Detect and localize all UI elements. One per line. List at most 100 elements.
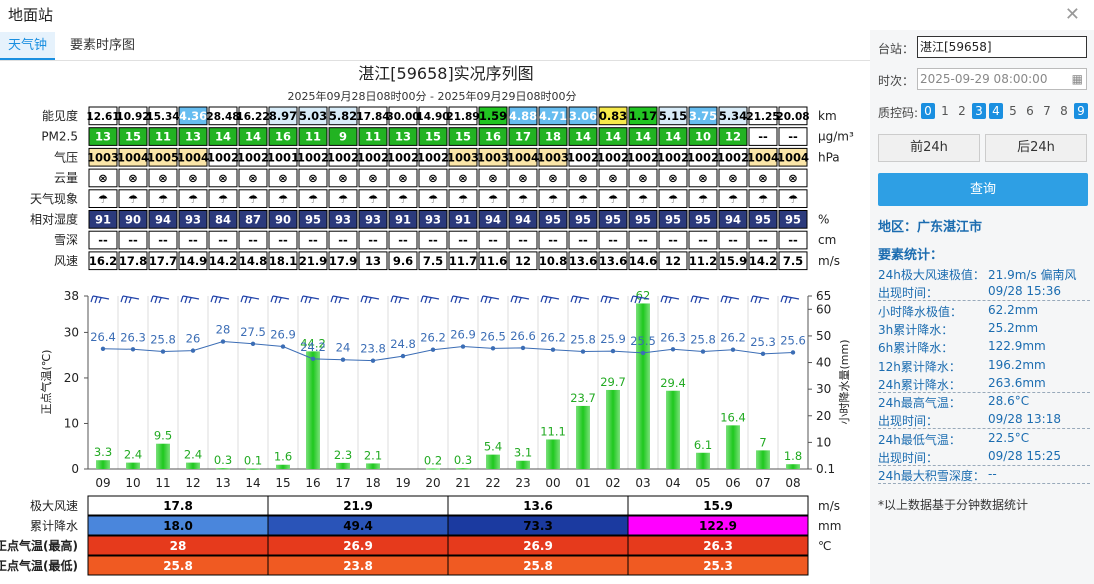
table-cell-value: ⊗ [428,171,438,185]
query-button[interactable]: 查询 [878,173,1088,206]
table-cell-value: 5.34 [719,109,747,123]
temperature-label: 26 [186,332,201,346]
calendar-icon[interactable]: ▦ [1072,69,1083,89]
stat-row: 12h累计降水： 196.2mm [878,358,1090,375]
stat-value: 09/28 15:36 [988,284,1061,299]
table-cell-value: 11 [155,130,171,144]
next-24h-button[interactable]: 后24h [985,134,1087,162]
qc-code-4[interactable]: 4 [989,103,1003,119]
qc-code-8[interactable]: 8 [1057,103,1071,119]
stat-value: 196.2mm [988,357,1046,372]
stat-row: 出现时间： 09/28 13:18 [878,412,1090,430]
x-tick-label: 11 [155,476,170,490]
table-cell-value: 1003 [447,150,479,164]
temperature-point [760,351,766,357]
table-cell-value: 11 [365,130,381,144]
x-tick-label: 17 [335,476,350,490]
table-cell-value: 16 [485,130,501,144]
table-cell-value: 1002 [297,150,329,164]
summary-value: 18.0 [163,519,193,533]
temperature-label: 27.5 [240,325,266,339]
precip-bar [786,464,800,469]
stat-key: 出现时间： [878,451,939,465]
table-cell-value: -- [788,130,798,144]
precip-bar [96,460,110,469]
x-tick-label: 16 [305,476,320,490]
qc-code-5[interactable]: 5 [1006,103,1020,119]
time-value: 2025-09-29 08:00:00 [920,72,1048,86]
precip-bar [246,468,260,470]
summary-value: 26.9 [343,539,373,553]
summary-value: 25.8 [523,559,553,573]
station-input[interactable]: 湛江[59658] [917,36,1087,58]
stat-value: 122.9mm [988,339,1046,354]
stats-title: 要素统计： [878,248,944,263]
table-cell-value: ☂ [188,192,198,206]
prev-24h-button[interactable]: 前24h [878,134,980,162]
qc-code-6[interactable]: 6 [1023,103,1037,119]
x-tick-label: 21 [455,476,470,490]
right-tick-label: 0.1 [816,462,835,476]
precip-label: 2.3 [334,448,352,462]
temperature-point [520,345,526,351]
table-cell-value: 1004 [117,150,149,164]
table-cell-value: 1002 [687,150,719,164]
temperature-point [580,349,586,354]
table-cell-value: 13.6 [569,254,597,268]
summary-value: 28 [170,539,187,553]
temperature-label: 23.8 [360,342,386,356]
precip-label: 29.7 [600,375,626,389]
tab-weather-clock[interactable]: 天气钟 [0,32,56,60]
table-cell-value: -- [428,233,438,247]
close-icon[interactable]: ✕ [1065,4,1080,25]
x-tick-label: 08 [785,476,800,490]
tab-element-timeseries[interactable]: 要素时序图 [62,32,143,60]
x-tick-label: 00 [545,476,560,490]
stat-row: 出现时间： 09/28 15:25 [878,449,1090,466]
wind-barb [180,295,200,304]
table-cell-value: 14.6 [629,254,657,268]
temperature-label: 26.2 [720,331,746,345]
table-cell-value: 1002 [387,150,419,164]
temperature-point [490,346,496,351]
right-tick-label: 30 [816,382,831,396]
time-label: 时次： [878,74,915,88]
table-cell-value: 95 [635,213,651,227]
table-cell-value: 13 [185,130,201,144]
table-cell-value: ☂ [398,192,408,206]
table-cell-value: 15.34 [146,111,179,123]
wind-barb [660,295,680,304]
x-tick-label: 18 [365,476,380,490]
qc-code-1[interactable]: 1 [938,103,952,119]
sidebar-panel: 台站： 湛江[59658] 时次： 2025-09-29 08:00:00 ▦ … [870,30,1094,584]
table-cell-value: 20.08 [776,111,809,123]
qc-code-9[interactable]: 9 [1074,103,1088,119]
table-cell-value: ⊗ [548,171,558,185]
summary-unit: m/s [818,499,840,513]
table-cell-value: 4.88 [509,109,537,123]
precip-label: 6.1 [694,438,712,452]
summary-unit: ℃ [818,539,831,553]
qc-code-2[interactable]: 2 [955,103,969,119]
table-cell-value: 12 [515,254,531,268]
stat-key: 24h最低气温： [878,432,961,447]
table-cell-value: ⊗ [98,171,108,185]
station-label: 台站： [878,42,915,56]
table-cell-value: 7.5 [783,254,803,268]
table-cell-value: -- [668,233,678,247]
qc-code-3[interactable]: 3 [972,103,986,119]
time-input[interactable]: 2025-09-29 08:00:00 ▦ [917,68,1087,90]
precip-bar [426,468,440,470]
table-cell-value: 95 [755,213,771,227]
qc-code-7[interactable]: 7 [1040,103,1054,119]
temperature-point [280,344,286,349]
table-cell-value: 1004 [177,150,209,164]
temperature-label: 26.9 [450,328,476,342]
precip-bar [216,468,230,470]
table-cell-value: 8.97 [269,109,297,123]
temperature-label: 28 [216,323,231,337]
wind-barb [150,295,170,304]
precip-label: 0.3 [214,453,232,467]
qc-code-0[interactable]: 0 [921,103,935,119]
table-cell-value: ⊗ [278,171,288,185]
